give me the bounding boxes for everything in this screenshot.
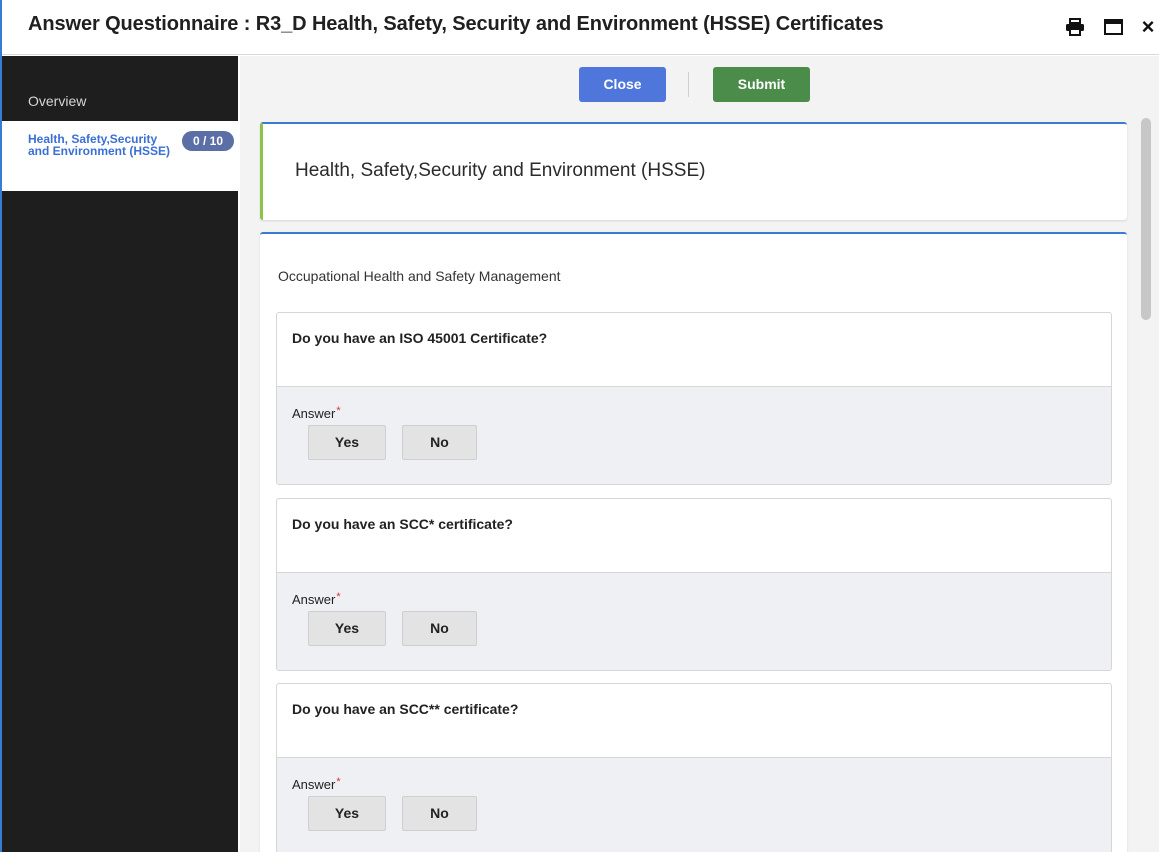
question-text: Do you have an SCC** certificate? [292,701,519,717]
scrollbar-thumb[interactable] [1141,118,1151,320]
toolbar-divider [688,72,689,97]
answer-label: Answer* [292,776,341,792]
section-title: Health, Safety,Security and Environment … [295,160,706,181]
scrollbar[interactable] [1140,118,1152,852]
close-icon[interactable]: × [1138,16,1158,38]
answer-area: Answer* Yes No [277,572,1111,670]
required-marker: * [336,591,341,603]
sidebar: Overview Health, Safety,Security and Env… [2,56,238,852]
sidebar-item-label: Health, Safety,Security and Environment … [28,132,171,158]
yes-button[interactable]: Yes [308,796,386,831]
no-button[interactable]: No [402,425,477,460]
no-button[interactable]: No [402,611,477,646]
required-marker: * [336,776,341,788]
section-header: Health, Safety,Security and Environment … [260,122,1127,220]
yes-button[interactable]: Yes [308,425,386,460]
questionnaire-window: Answer Questionnaire : R3_D Health, Safe… [0,0,1159,852]
question-card: Do you have an ISO 45001 Certificate? An… [276,312,1112,485]
maximize-icon[interactable] [1102,16,1124,38]
yes-button[interactable]: Yes [308,611,386,646]
answer-label: Answer* [292,591,341,607]
question-card: Do you have an SCC* certificate? Answer*… [276,498,1112,671]
question-card: Do you have an SCC** certificate? Answer… [276,683,1112,852]
submit-button[interactable]: Submit [713,67,810,102]
print-icon[interactable] [1064,16,1086,38]
no-button[interactable]: No [402,796,477,831]
answer-area: Answer* Yes No [277,757,1111,852]
sidebar-item-hsse[interactable]: Health, Safety,Security and Environment … [2,121,238,191]
question-text: Do you have an ISO 45001 Certificate? [292,330,548,346]
sidebar-item-overview[interactable]: Overview [2,56,238,120]
title-bar: Answer Questionnaire : R3_D Health, Safe… [2,0,1159,55]
required-marker: * [336,405,341,417]
group-title: Occupational Health and Safety Managemen… [278,268,561,284]
section-body: Occupational Health and Safety Managemen… [260,232,1127,852]
progress-badge: 0 / 10 [182,131,234,151]
question-text: Do you have an SCC* certificate? [292,516,513,532]
answer-label: Answer* [292,405,341,421]
close-button[interactable]: Close [579,67,666,102]
window-title: Answer Questionnaire : R3_D Health, Safe… [28,13,884,35]
answer-area: Answer* Yes No [277,386,1111,484]
sidebar-item-label: Overview [28,93,87,109]
main-content: Close Submit Health, Safety,Security and… [240,56,1159,852]
